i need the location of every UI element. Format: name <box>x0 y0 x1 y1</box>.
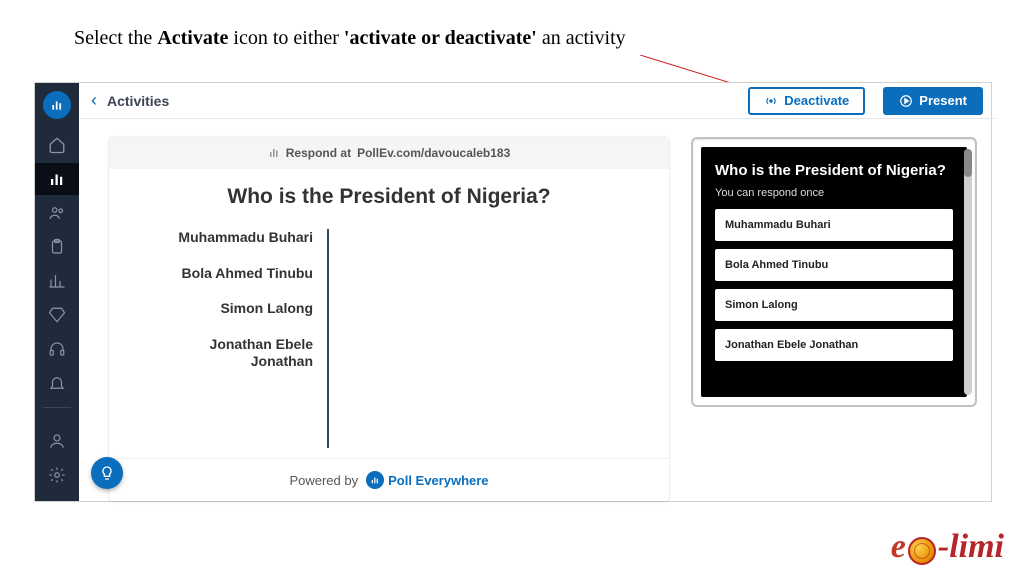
lightbulb-icon <box>99 465 115 481</box>
instruction-text: Select the Activate icon to either 'acti… <box>74 27 626 50</box>
link-icon <box>268 147 280 159</box>
play-icon <box>899 94 913 108</box>
respond-banner: Respond at PollEv.com/davoucaleb183 <box>109 137 669 169</box>
gear-icon[interactable] <box>35 459 79 491</box>
preview-option[interactable]: Bola Ahmed Tinubu <box>715 249 953 281</box>
main-area: ‹ Activities Deactivate Present Respond … <box>79 83 995 501</box>
preview-screen: Who is the President of Nigeria? You can… <box>701 147 967 397</box>
poll-option: Simon Lalong <box>149 300 313 318</box>
brand-text: -limi <box>938 528 1004 566</box>
people-icon[interactable] <box>35 197 79 229</box>
elimi-brandmark: e-limi <box>891 528 1004 566</box>
home-icon[interactable] <box>35 129 79 161</box>
app-logo[interactable] <box>43 91 71 119</box>
content-area: Respond at PollEv.com/davoucaleb183 Who … <box>79 119 995 501</box>
deactivate-label: Deactivate <box>784 93 849 108</box>
poll-card: Respond at PollEv.com/davoucaleb183 Who … <box>109 137 669 501</box>
instruction-bold1: Activate <box>157 27 228 49</box>
instruction-post: an activity <box>537 27 626 49</box>
instruction-mid: icon to either <box>228 27 344 49</box>
poll-body: Muhammadu Buhari Bola Ahmed Tinubu Simon… <box>109 229 669 458</box>
powered-by: Powered by Poll Everywhere <box>109 458 669 501</box>
brand-label: Poll Everywhere <box>388 473 488 488</box>
instruction-bold2: 'activate or deactivate' <box>344 27 537 49</box>
topbar: ‹ Activities Deactivate Present <box>79 83 995 119</box>
broadcast-icon <box>764 94 778 108</box>
polleverywhere-logo: Poll Everywhere <box>366 471 488 489</box>
respond-prefix: Respond at <box>286 146 351 160</box>
sidebar <box>35 83 79 501</box>
poll-question: Who is the President of Nigeria? <box>109 169 669 229</box>
poll-option: Bola Ahmed Tinubu <box>149 265 313 283</box>
preview-options: Muhammadu Buhari Bola Ahmed Tinubu Simon… <box>715 209 953 361</box>
deactivate-button[interactable]: Deactivate <box>748 87 865 115</box>
preview-option[interactable]: Simon Lalong <box>715 289 953 321</box>
poll-option: Jonathan Ebele Jonathan <box>149 336 313 371</box>
user-icon[interactable] <box>35 425 79 457</box>
globe-icon <box>908 537 936 565</box>
poll-option: Muhammadu Buhari <box>149 229 313 247</box>
poll-options-labels: Muhammadu Buhari Bola Ahmed Tinubu Simon… <box>149 229 327 448</box>
polls-icon[interactable] <box>35 163 79 195</box>
headset-icon[interactable] <box>35 333 79 365</box>
clipboard-icon[interactable] <box>35 231 79 263</box>
bell-icon[interactable] <box>35 367 79 399</box>
page-title: Activities <box>107 93 169 109</box>
help-fab[interactable] <box>91 457 123 489</box>
app-window: ‹ Activities Deactivate Present Respond … <box>34 82 992 502</box>
respond-url: PollEv.com/davoucaleb183 <box>357 146 510 160</box>
preview-option[interactable]: Jonathan Ebele Jonathan <box>715 329 953 361</box>
present-label: Present <box>919 93 967 108</box>
diamond-icon[interactable] <box>35 299 79 331</box>
sidebar-divider <box>43 407 71 421</box>
preview-option[interactable]: Muhammadu Buhari <box>715 209 953 241</box>
preview-question: Who is the President of Nigeria? <box>715 161 953 181</box>
back-button[interactable]: ‹ <box>91 90 97 111</box>
chart-bars-area <box>329 229 629 448</box>
preview-subtext: You can respond once <box>715 187 953 199</box>
stats-icon[interactable] <box>35 265 79 297</box>
instruction-pre: Select the <box>74 27 157 49</box>
powered-label: Powered by <box>289 473 358 488</box>
present-button[interactable]: Present <box>883 87 983 115</box>
mobile-preview: Who is the President of Nigeria? You can… <box>691 137 977 407</box>
preview-scrollbar[interactable] <box>964 149 972 395</box>
